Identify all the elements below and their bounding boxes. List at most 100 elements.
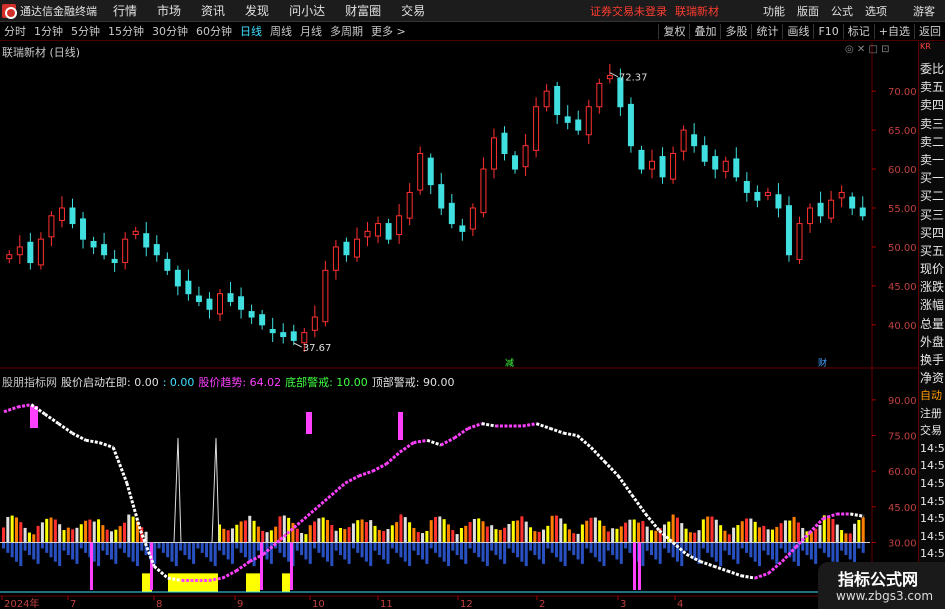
- candle-body[interactable]: [90, 240, 97, 248]
- candle-body[interactable]: [670, 152, 677, 180]
- candle-body[interactable]: [27, 241, 34, 264]
- candle-body[interactable]: [764, 191, 771, 197]
- candle-body[interactable]: [16, 246, 23, 256]
- candle-body[interactable]: [185, 280, 192, 295]
- candle-body[interactable]: [743, 181, 750, 193]
- side-item-16[interactable]: 换手: [919, 351, 945, 369]
- candle-body[interactable]: [785, 205, 792, 256]
- candle-body[interactable]: [627, 103, 634, 147]
- candle-body[interactable]: [238, 296, 245, 310]
- candle-body[interactable]: [606, 75, 613, 80]
- candle-body[interactable]: [143, 233, 150, 248]
- candle-body[interactable]: [259, 314, 266, 326]
- candle-body[interactable]: [290, 331, 297, 341]
- candle-body[interactable]: [217, 293, 223, 315]
- candle-body[interactable]: [459, 225, 466, 232]
- candle-body[interactable]: [427, 157, 434, 186]
- candle-body[interactable]: [406, 191, 413, 219]
- candle-body[interactable]: [301, 332, 308, 344]
- candle-body[interactable]: [838, 191, 845, 199]
- candle-body[interactable]: [564, 116, 571, 123]
- candle-body[interactable]: [6, 254, 13, 260]
- side-item-5[interactable]: 卖一: [919, 151, 945, 169]
- chart-window-controls[interactable]: ◎ ✕ □ ⊡: [845, 44, 889, 55]
- candle-body[interactable]: [554, 85, 561, 116]
- candle-body[interactable]: [575, 119, 582, 131]
- candle-body[interactable]: [849, 196, 856, 209]
- side-item-6[interactable]: 买一: [919, 169, 945, 187]
- indicator-name[interactable]: 股朋指标网: [2, 374, 57, 390]
- candle-body[interactable]: [132, 230, 139, 235]
- candle-body[interactable]: [438, 184, 445, 209]
- candle-body[interactable]: [153, 244, 160, 256]
- side-item-13[interactable]: 涨幅: [919, 296, 945, 314]
- candle-body[interactable]: [101, 244, 108, 256]
- candle-body[interactable]: [817, 202, 824, 217]
- candle-body[interactable]: [543, 90, 550, 108]
- side-item-8[interactable]: 买三: [919, 206, 945, 224]
- side-item-1[interactable]: 卖五: [919, 78, 945, 96]
- candle-body[interactable]: [512, 155, 519, 170]
- candle-body[interactable]: [828, 199, 835, 219]
- side2-item-5[interactable]: 14:56: [919, 475, 945, 493]
- candle-body[interactable]: [80, 218, 87, 240]
- candle-body[interactable]: [195, 295, 202, 302]
- side2-item-8[interactable]: 14:56: [919, 528, 945, 546]
- candle-body[interactable]: [585, 106, 592, 136]
- candle-body[interactable]: [174, 269, 181, 287]
- candle-body[interactable]: [501, 132, 508, 154]
- candle-body[interactable]: [712, 156, 719, 170]
- candle-body[interactable]: [69, 207, 76, 225]
- chart-canvas[interactable]: 70.00 65.00 60.00 55.00 50.00 45.00 40.00 72.37…: [0, 0, 945, 609]
- candle-body[interactable]: [37, 238, 44, 266]
- candle-body[interactable]: [659, 156, 666, 178]
- candle-body[interactable]: [122, 238, 129, 264]
- candle-body[interactable]: [364, 230, 371, 238]
- candle-body[interactable]: [227, 293, 234, 302]
- side2-item-4[interactable]: 14:56: [919, 457, 945, 475]
- side-item-9[interactable]: 买四: [919, 224, 945, 242]
- side-item-12[interactable]: 涨跌: [919, 278, 945, 296]
- side-item-15[interactable]: 外盘: [919, 333, 945, 351]
- side2-item-6[interactable]: 14:56: [919, 493, 945, 511]
- candle-body[interactable]: [469, 207, 476, 230]
- candle-body[interactable]: [375, 223, 382, 237]
- candle-body[interactable]: [248, 311, 255, 318]
- candle-body[interactable]: [311, 316, 318, 331]
- candle-body[interactable]: [164, 258, 171, 271]
- side-item-14[interactable]: 总量: [919, 315, 945, 333]
- candle-body[interactable]: [522, 145, 529, 168]
- candle-body[interactable]: [353, 238, 360, 258]
- side-item-3[interactable]: 卖三: [919, 115, 945, 133]
- candle-body[interactable]: [269, 329, 276, 334]
- candle-body[interactable]: [332, 246, 339, 271]
- candle-body[interactable]: [796, 223, 803, 260]
- side-item-2[interactable]: 卖四: [919, 96, 945, 114]
- candle-body[interactable]: [775, 194, 782, 209]
- finance-marker[interactable]: 财: [818, 357, 827, 369]
- candle-body[interactable]: [722, 160, 729, 172]
- reduce-marker[interactable]: 减: [505, 357, 514, 369]
- side-item-0[interactable]: 委比: [919, 60, 945, 78]
- side2-item-2[interactable]: 交易: [919, 422, 945, 440]
- side2-item-9[interactable]: 14:56: [919, 545, 945, 563]
- candle-body[interactable]: [480, 168, 487, 214]
- candle-body[interactable]: [533, 106, 540, 151]
- candle-body[interactable]: [680, 129, 687, 152]
- candle-body[interactable]: [58, 207, 65, 221]
- candle-body[interactable]: [48, 215, 55, 238]
- candle-body[interactable]: [343, 241, 350, 256]
- side2-item-0[interactable]: 自动: [919, 387, 945, 405]
- candle-body[interactable]: [417, 152, 424, 191]
- side-item-17[interactable]: 净资: [919, 369, 945, 387]
- candle-body[interactable]: [754, 191, 761, 201]
- side2-item-7[interactable]: 14:56: [919, 510, 945, 528]
- side-item-10[interactable]: 买五: [919, 242, 945, 260]
- candle-body[interactable]: [691, 134, 698, 147]
- candle-body[interactable]: [807, 207, 814, 225]
- candle-body[interactable]: [448, 202, 455, 225]
- candle-body[interactable]: [638, 149, 645, 170]
- side2-item-1[interactable]: 注册: [919, 405, 945, 423]
- candle-body[interactable]: [111, 258, 118, 264]
- candle-body[interactable]: [649, 160, 655, 170]
